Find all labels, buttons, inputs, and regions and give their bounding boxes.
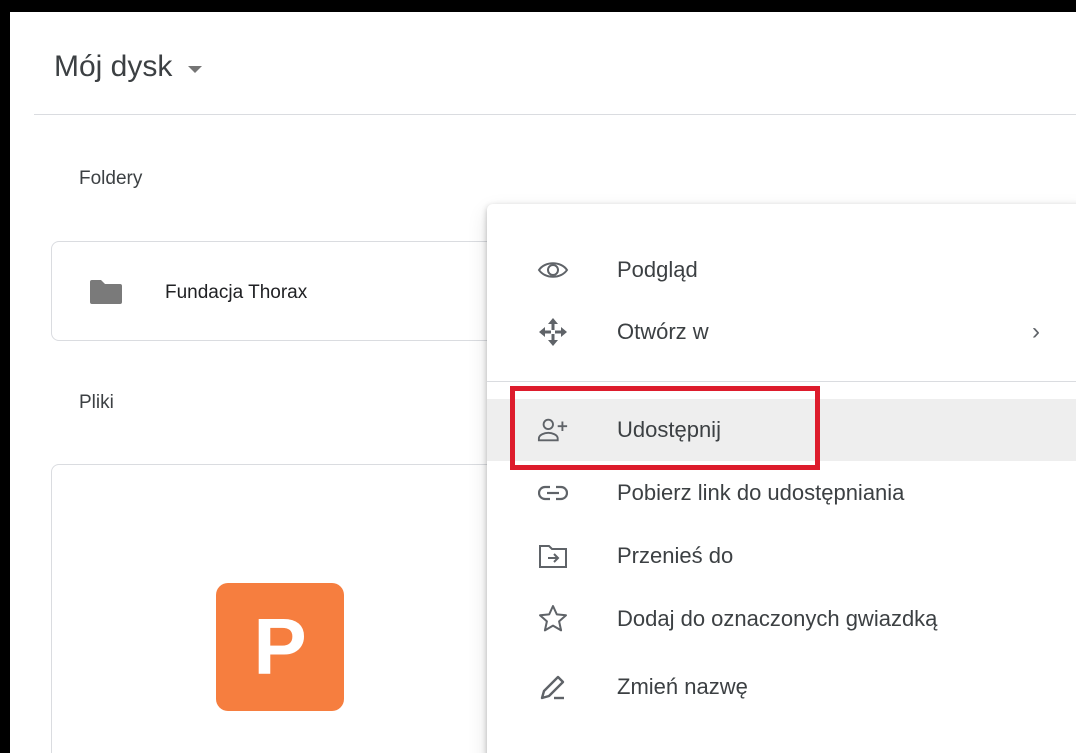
menu-item-add-star[interactable]: Dodaj do oznaczonych gwiazdką <box>487 588 1076 650</box>
menu-divider <box>487 381 1076 382</box>
screenshot-frame-top <box>0 0 1076 12</box>
menu-item-label: Otwórz w <box>617 319 709 344</box>
folder-card[interactable]: Fundacja Thorax <box>51 241 521 341</box>
my-drive-dropdown[interactable]: Mój dysk <box>54 50 203 84</box>
menu-item-open-with[interactable]: Otwórz w › <box>487 301 1076 363</box>
menu-item-label: Zmień nazwę <box>617 674 748 699</box>
caret-down-icon <box>188 65 203 73</box>
drive-header: Mój dysk <box>34 12 1076 115</box>
menu-item-move-to[interactable]: Przenieś do <box>487 525 1076 587</box>
folder-icon <box>88 278 124 311</box>
context-menu: Podgląd Otwórz w › Udostępnij Pobierz li… <box>487 204 1076 753</box>
powerpoint-file-icon: P <box>216 583 344 711</box>
eye-icon <box>537 254 569 286</box>
move-to-folder-icon <box>537 540 569 572</box>
menu-item-get-link[interactable]: Pobierz link do udostępniania <box>487 462 1076 524</box>
files-section-label: Pliki <box>79 392 114 413</box>
menu-item-label: Podgląd <box>617 257 698 282</box>
rename-pencil-icon <box>537 671 569 703</box>
menu-item-rename[interactable]: Zmień nazwę <box>487 656 1076 718</box>
star-icon <box>537 603 569 635</box>
link-icon <box>537 477 569 509</box>
folder-name: Fundacja Thorax <box>165 282 308 303</box>
menu-item-preview[interactable]: Podgląd <box>487 239 1076 301</box>
page-title: Mój dysk <box>54 50 173 83</box>
screenshot-frame-left <box>0 0 10 753</box>
share-highlight-annotation <box>510 386 820 470</box>
menu-item-label: Pobierz link do udostępniania <box>617 480 905 505</box>
menu-item-label: Dodaj do oznaczonych gwiazdką <box>617 606 938 631</box>
folders-section-label: Foldery <box>79 168 143 189</box>
open-with-icon <box>537 316 569 348</box>
chevron-right-icon: › <box>1032 318 1040 345</box>
menu-item-label: Przenieś do <box>617 543 734 568</box>
